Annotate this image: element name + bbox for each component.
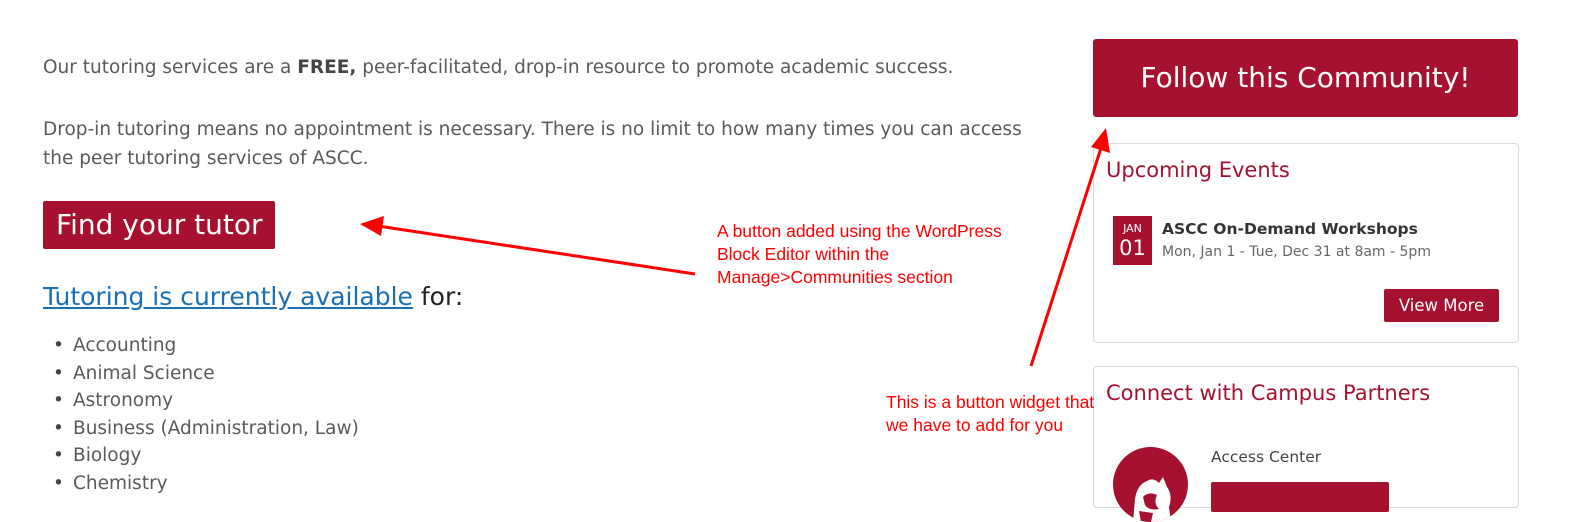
arrow-to-find-tutor <box>377 224 696 276</box>
arrow-to-follow-button <box>1029 147 1103 367</box>
arrow-head-left <box>360 216 384 236</box>
annotation-arrows <box>360 128 1110 367</box>
arrow-head-up <box>1091 128 1110 153</box>
